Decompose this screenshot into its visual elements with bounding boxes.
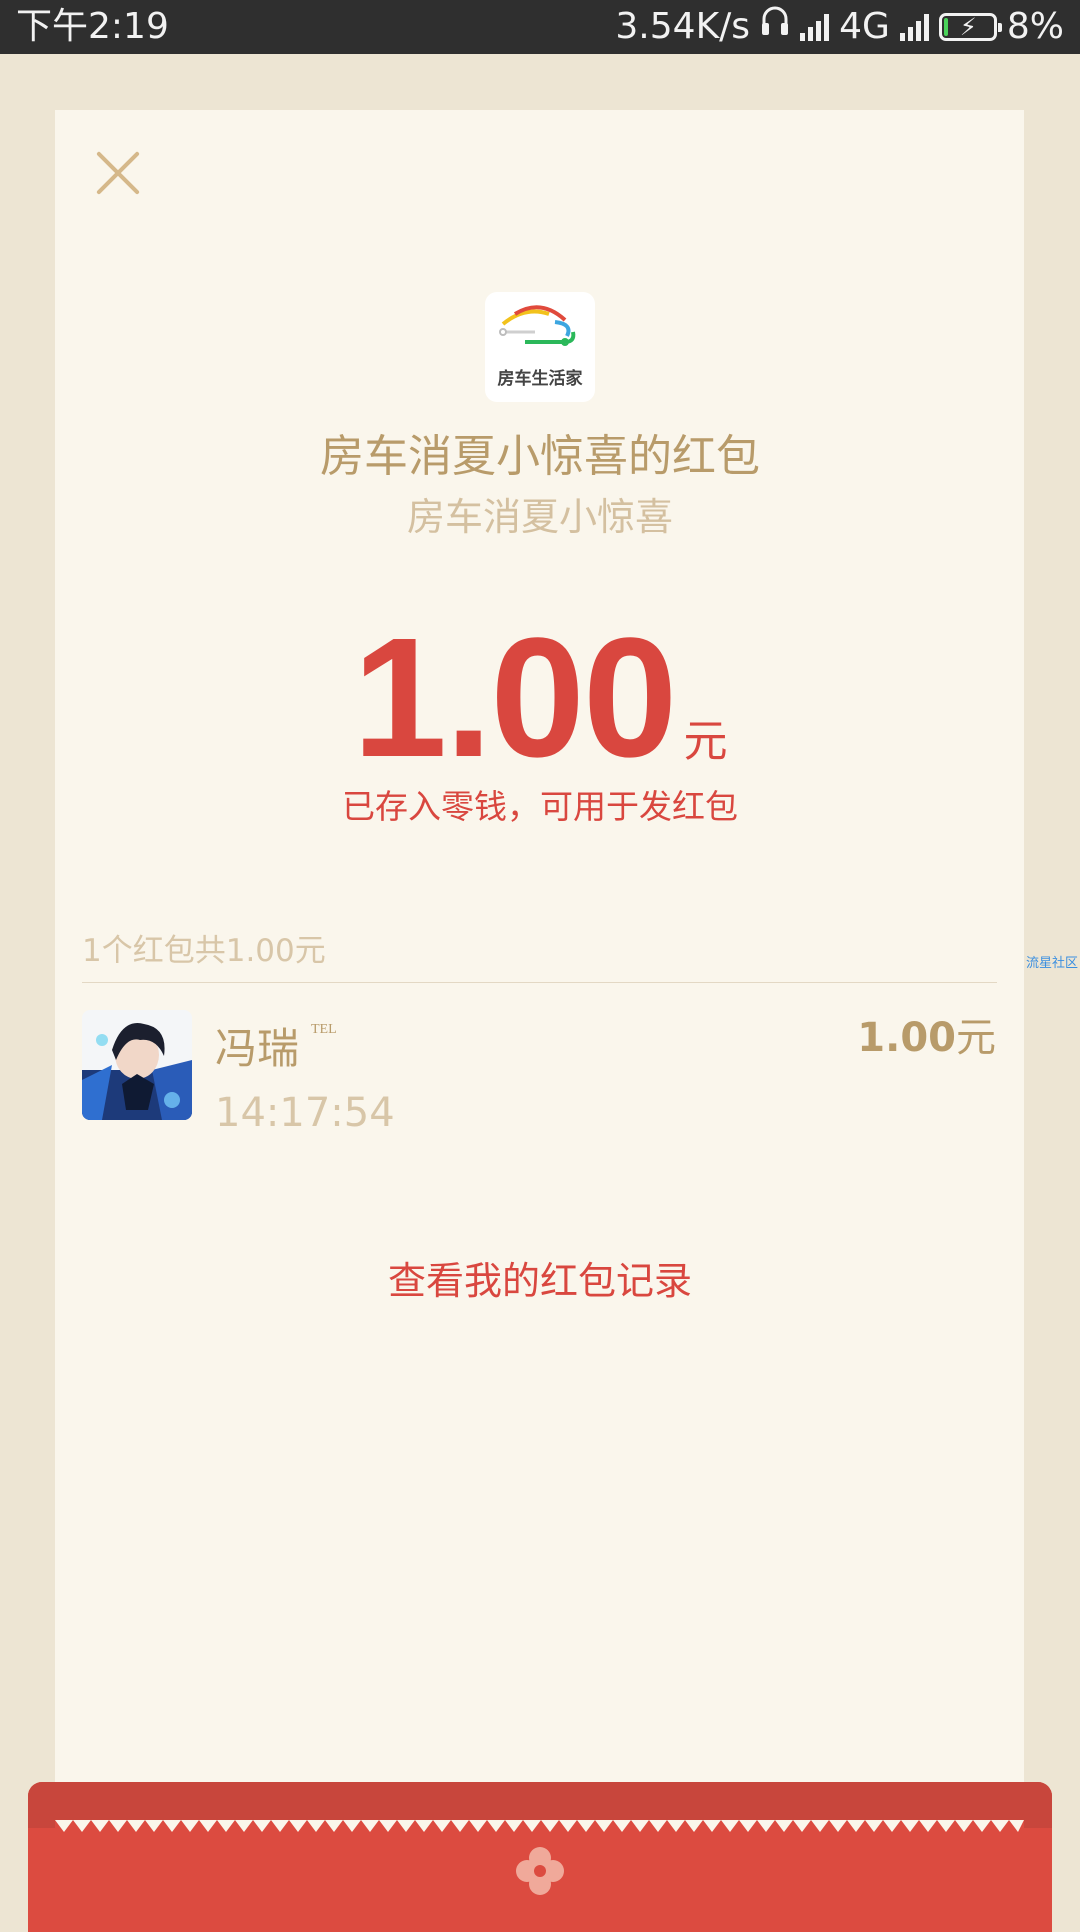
logo-text: 房车生活家 [497, 369, 583, 389]
receive-time: 14:17:54 [215, 1090, 395, 1136]
stored-to-balance-note[interactable]: 已存入零钱，可用于发红包 [0, 780, 1080, 828]
signal-icon [800, 13, 830, 41]
receive-amount-unit: 元 [956, 1015, 996, 1061]
receive-amount: 1.00元 [857, 1005, 996, 1063]
recipient-name: 冯瑞 [215, 1024, 300, 1073]
recipient-tag: TEL [311, 1022, 337, 1037]
signal-icon-2 [899, 13, 929, 41]
close-icon[interactable] [95, 150, 141, 196]
received-amount: 1.00 元 [0, 600, 1080, 796]
amount-value: 1.00 [352, 603, 678, 793]
sender-logo: 房车生活家 [485, 292, 595, 402]
packet-summary: 1个红包共1.00元 [82, 933, 326, 969]
network-speed: 3.54K/s [615, 6, 751, 47]
status-icons: 3.54K/s 4G ⚡ 8% [615, 0, 1064, 54]
view-history-link[interactable]: 查看我的红包记录 [0, 1250, 1080, 1305]
status-time: 下午2:19 [16, 6, 169, 47]
divider [82, 982, 997, 983]
amount-unit: 元 [683, 716, 728, 767]
envelope-zigzag-edge [55, 1820, 1024, 1838]
battery-percent: 8% [1006, 6, 1064, 47]
status-bar: 下午2:19 3.54K/s 4G ⚡ 8% [0, 0, 1080, 54]
sender-title: 房车消夏小惊喜的红包 [320, 431, 760, 482]
battery-charging-icon: ⚡ [938, 13, 1002, 41]
headphones-icon [760, 0, 790, 54]
network-type: 4G [839, 6, 890, 47]
receive-amount-value: 1.00 [857, 1015, 956, 1061]
flower-icon [516, 1847, 564, 1895]
greeting-message: 房车消夏小惊喜 [406, 495, 673, 539]
side-watermark: 流星社区 [1025, 956, 1078, 971]
avatar[interactable] [82, 1010, 192, 1120]
